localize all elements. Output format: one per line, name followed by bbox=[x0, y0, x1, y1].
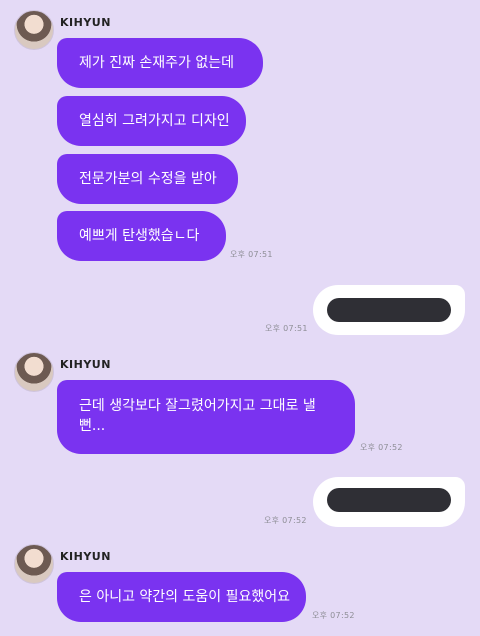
avatar[interactable] bbox=[14, 352, 54, 392]
redacted-content bbox=[327, 488, 451, 512]
my-message-bubble[interactable] bbox=[313, 477, 465, 527]
message-bubble[interactable]: 제가 진짜 손재주가 없는데 bbox=[57, 38, 263, 88]
avatar[interactable] bbox=[14, 10, 54, 50]
message-bubble[interactable]: 예쁘게 탄생했습ㄴ다 bbox=[57, 211, 226, 261]
message-bubble[interactable]: 은 아니고 약간의 도움이 필요했어요 bbox=[57, 572, 306, 622]
message-bubble[interactable]: 열심히 그려가지고 디자인 bbox=[57, 96, 246, 146]
message-timestamp: 오후 07:52 bbox=[312, 611, 355, 620]
redacted-content bbox=[327, 298, 451, 322]
my-message-bubble[interactable] bbox=[313, 285, 465, 335]
message-bubble[interactable]: 근데 생각보다 잘그렸어가지고 그대로 낼뻔... bbox=[57, 380, 355, 454]
message-timestamp: 오후 07:52 bbox=[264, 516, 307, 525]
sender-name: KIHYUN bbox=[60, 16, 111, 29]
message-timestamp: 오후 07:52 bbox=[360, 443, 403, 452]
message-timestamp: 오후 07:51 bbox=[265, 324, 308, 333]
sender-name: KIHYUN bbox=[60, 550, 111, 563]
sender-name: KIHYUN bbox=[60, 358, 111, 371]
message-timestamp: 오후 07:51 bbox=[230, 250, 273, 259]
avatar[interactable] bbox=[14, 544, 54, 584]
message-bubble[interactable]: 전문가분의 수정을 받아 bbox=[57, 154, 238, 204]
